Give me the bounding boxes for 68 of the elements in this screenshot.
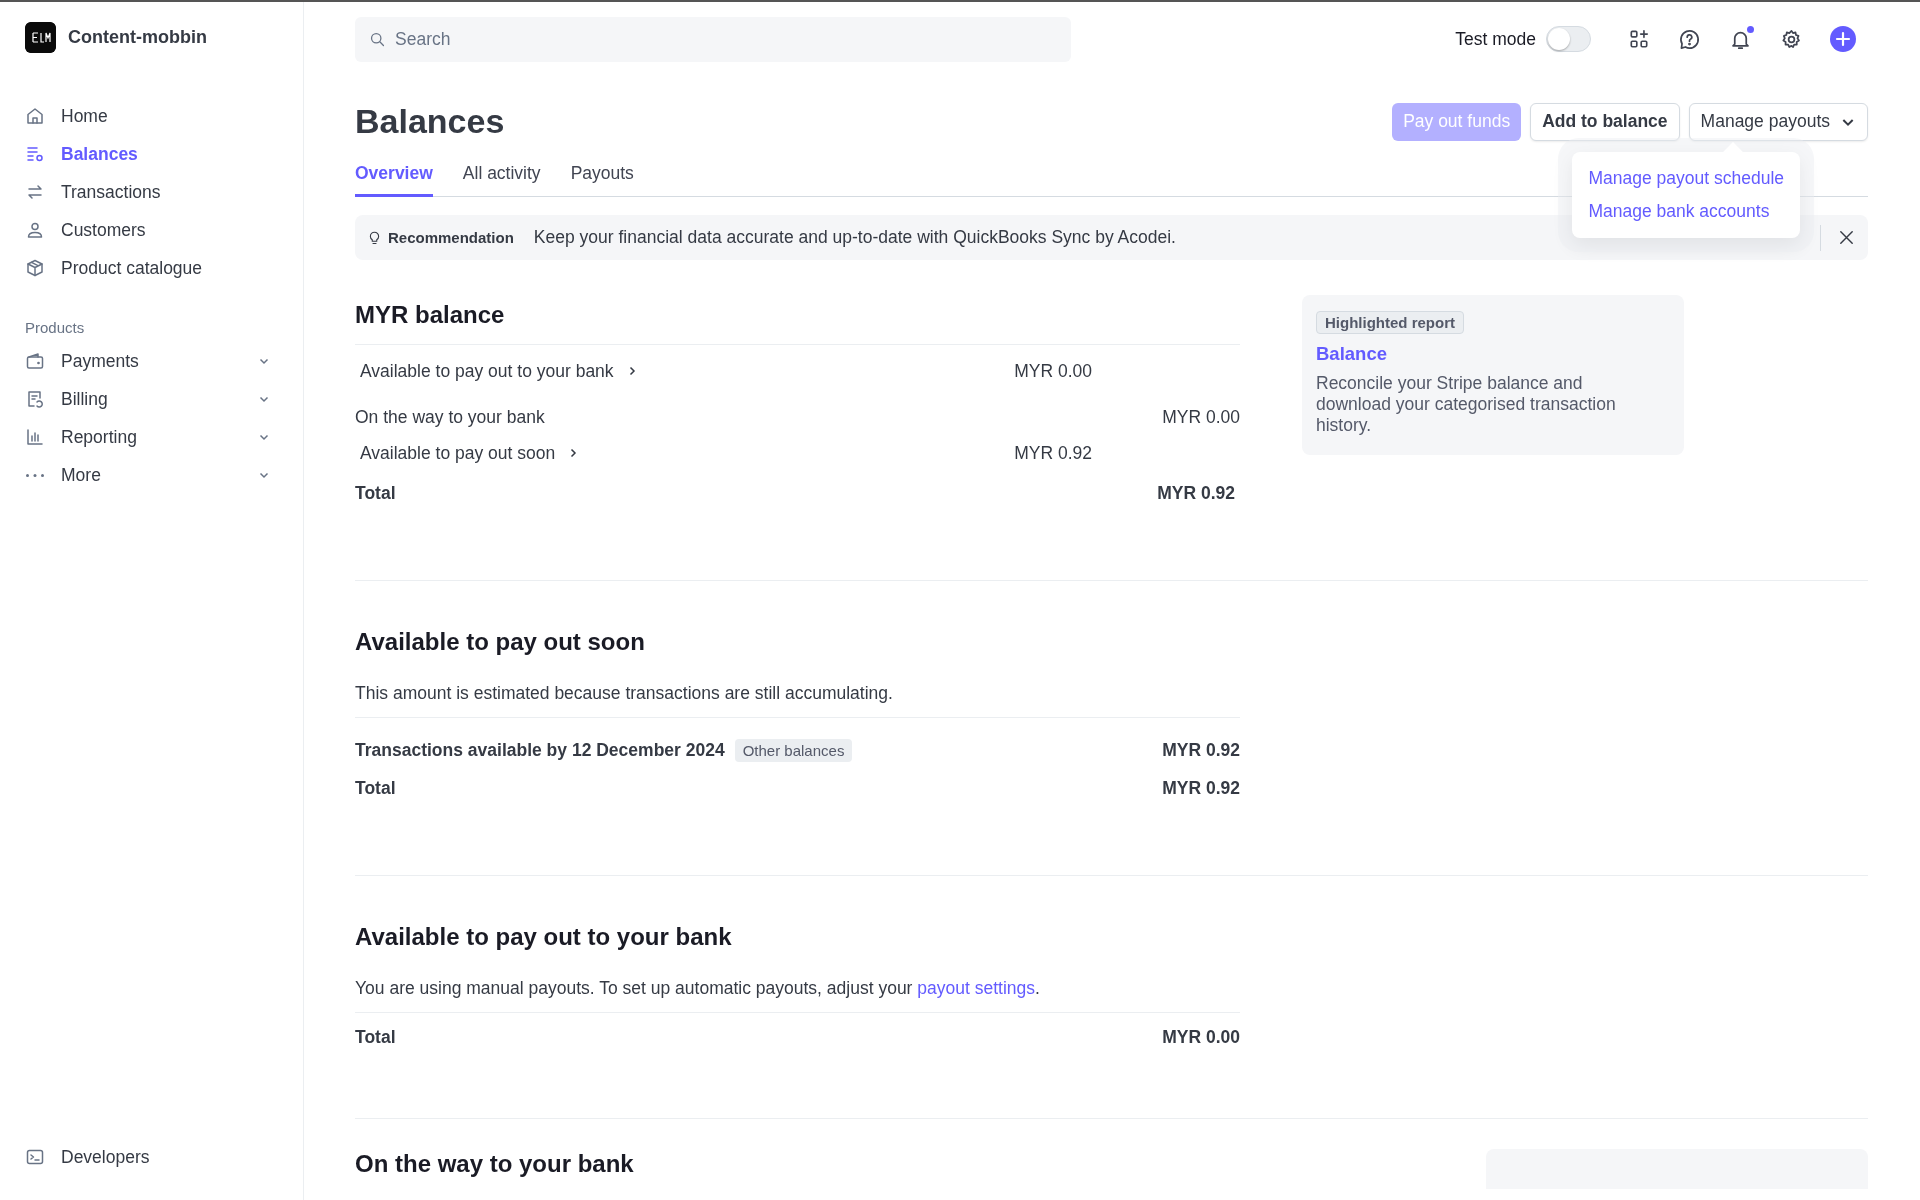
box-icon <box>25 258 45 278</box>
toggle-switch[interactable] <box>1546 26 1591 52</box>
row-label: Transactions available by 12 December 2024 <box>355 739 725 761</box>
amount: MYR 0.00 <box>1014 360 1092 382</box>
plus-icon[interactable] <box>1829 26 1856 52</box>
terminal-icon <box>25 1147 45 1167</box>
banner-label: Recommendation <box>388 229 514 246</box>
nav-item[interactable]: Transactions <box>25 173 278 211</box>
description-text: This amount is estimated because transactions are still accumulating. <box>355 683 1240 718</box>
report-title-link[interactable]: Balance <box>1316 343 1670 365</box>
close-icon <box>1837 228 1856 247</box>
nav-item[interactable]: Billing <box>25 380 278 418</box>
nav-item[interactable]: More <box>25 456 278 494</box>
close-button[interactable] <box>1837 228 1856 247</box>
document-icon <box>25 389 45 409</box>
menu-item[interactable]: Manage payout schedule <box>1588 164 1784 197</box>
tag: Other balances <box>734 738 853 762</box>
toggle-label: Test mode <box>1455 28 1536 50</box>
report-description: Reconcile your Stripe balance and download your categorised transaction history. <box>1316 373 1617 436</box>
nav-item[interactable]: Balances <box>25 135 278 173</box>
nav-item[interactable]: Developers <box>25 1138 278 1176</box>
section-heading: Available to pay out to your bank <box>355 922 733 952</box>
lightbulb-icon <box>367 230 382 245</box>
total-amount: MYR 0.92 <box>1157 483 1235 504</box>
description-text: You are using manual payouts. To set up automatic payouts, adjust your payout settings. <box>355 978 1240 1013</box>
amount: MYR 0.00 <box>1162 406 1240 428</box>
home-icon <box>25 106 45 126</box>
row-label: On the way to your bank <box>355 406 546 428</box>
menu-item[interactable]: Manage bank accounts <box>1588 197 1784 230</box>
tab[interactable]: Payouts <box>570 159 634 197</box>
breakdown-row-link[interactable]: Available to pay out soon <box>360 442 580 464</box>
banner-text: Keep your financial data accurate and up-to-date with QuickBooks Sync by Acodei. <box>533 227 1176 248</box>
action-button[interactable]: Add to balance <box>1530 102 1680 141</box>
dots-icon <box>25 472 45 478</box>
bar-chart-icon <box>25 427 45 447</box>
amount: MYR 0.92 <box>1162 739 1240 761</box>
section-heading: On the way to your bank <box>355 1149 634 1179</box>
page-title: Balances <box>355 102 505 141</box>
total-amount: MYR 0.92 <box>1162 778 1240 799</box>
section-label: Products <box>25 319 86 336</box>
nav-item[interactable]: Payments <box>25 342 278 380</box>
search-field[interactable]: Search <box>355 16 1071 62</box>
arrows-icon <box>25 182 45 202</box>
nav-item[interactable]: Customers <box>25 211 278 249</box>
tab[interactable]: Overview <box>355 159 433 197</box>
dropdown-button[interactable]: Manage payouts <box>1688 102 1868 141</box>
section-heading: Available to pay out soon <box>355 627 646 657</box>
section-heading: MYR balance <box>355 300 506 330</box>
report-badge: Highlighted report <box>1316 311 1464 334</box>
total-amount: MYR 0.00 <box>1162 1027 1240 1048</box>
nav-item[interactable]: Reporting <box>25 418 278 456</box>
tab[interactable]: All activity <box>462 159 541 197</box>
settings-icon <box>1780 27 1803 51</box>
logo-icon <box>25 22 56 53</box>
list-circle-icon <box>25 144 45 164</box>
total-label: Total <box>355 778 397 799</box>
account-name: Content-mobbin <box>68 27 207 48</box>
help-icon <box>1678 27 1701 51</box>
nav-item[interactable]: Home <box>25 97 278 135</box>
total-label: Total <box>355 1027 397 1048</box>
settings-link[interactable]: payout settings <box>917 978 1036 998</box>
nav-item[interactable]: Product catalogue <box>25 249 278 287</box>
breakdown-row-link[interactable]: Available to pay out to your bank <box>360 360 638 382</box>
apps-icon <box>1627 28 1650 50</box>
total-label: Total <box>355 483 397 504</box>
amount: MYR 0.92 <box>1014 442 1092 464</box>
wallet-icon <box>25 351 45 371</box>
person-icon <box>25 220 45 240</box>
